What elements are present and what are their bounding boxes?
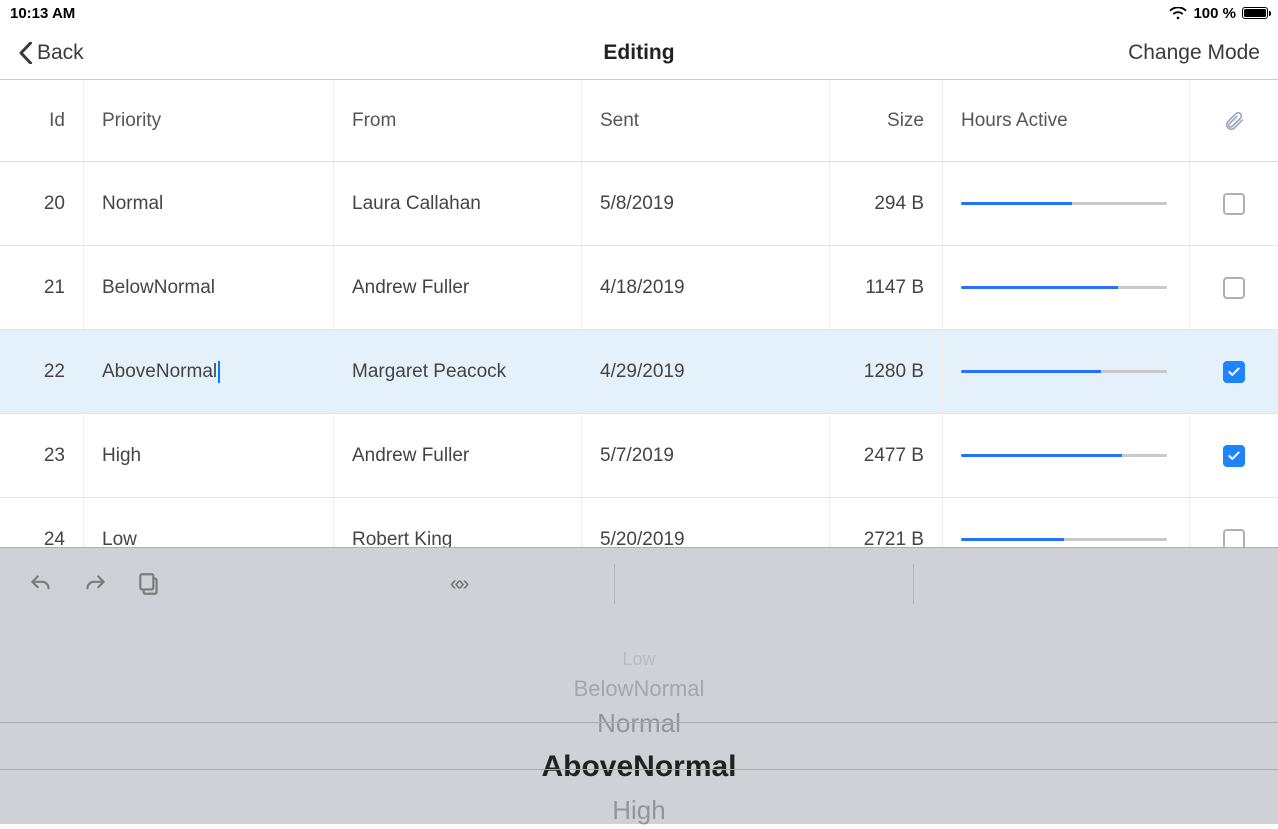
redo-icon[interactable]	[82, 571, 108, 597]
cell-priority[interactable]: High	[84, 414, 334, 497]
change-mode-button[interactable]: Change Mode	[1128, 41, 1260, 65]
cell-priority-value: AboveNormal	[102, 361, 217, 383]
cell-priority[interactable]: BelowNormal	[84, 246, 334, 329]
table-row[interactable]: 21BelowNormalAndrew Fuller4/18/20191147 …	[0, 246, 1278, 330]
cell-from[interactable]: Andrew Fuller	[334, 246, 582, 329]
table-row[interactable]: 23HighAndrew Fuller5/7/20192477 B	[0, 414, 1278, 498]
cell-id[interactable]: 20	[0, 162, 84, 245]
picker-option[interactable]: AboveNormal	[541, 742, 736, 792]
page-title: Editing	[603, 41, 674, 65]
cell-id[interactable]: 23	[0, 414, 84, 497]
nav-bar: Back Editing Change Mode	[0, 26, 1278, 80]
keyboard-toolbar: «»	[0, 548, 1278, 620]
progress-bar	[961, 370, 1167, 373]
status-right: 100 %	[1169, 5, 1268, 22]
data-grid: Id Priority From Sent Size Hours Active …	[0, 80, 1278, 582]
toolbar-separator	[913, 564, 914, 604]
col-header-sent[interactable]: Sent	[582, 80, 830, 161]
col-header-attach[interactable]	[1190, 80, 1278, 161]
cell-hours-active[interactable]	[943, 414, 1190, 497]
back-label: Back	[37, 41, 84, 65]
chevron-left-icon	[18, 42, 33, 64]
cell-sent[interactable]: 5/8/2019	[582, 162, 830, 245]
cell-attachment[interactable]	[1190, 162, 1278, 245]
battery-icon	[1242, 7, 1268, 19]
cell-size[interactable]: 294 B	[830, 162, 943, 245]
back-button[interactable]: Back	[18, 41, 84, 65]
cell-priority[interactable]: AboveNormal	[84, 330, 334, 413]
toolbar-separator	[614, 564, 615, 604]
picker-option[interactable]: Normal	[597, 705, 681, 742]
text-caret	[218, 361, 220, 383]
table-row[interactable]: 22 AboveNormal Margaret Peacock4/29/201912…	[0, 330, 1278, 414]
grid-header-row: Id Priority From Sent Size Hours Active	[0, 80, 1278, 162]
clipboard-icon[interactable]	[136, 571, 162, 597]
cell-id[interactable]: 22	[0, 330, 84, 413]
col-header-hours[interactable]: Hours Active	[943, 80, 1190, 161]
cell-id[interactable]: 21	[0, 246, 84, 329]
battery-text: 100 %	[1193, 5, 1236, 22]
cell-attachment[interactable]	[1190, 246, 1278, 329]
cell-hours-active[interactable]	[943, 246, 1190, 329]
cell-sent[interactable]: 5/7/2019	[582, 414, 830, 497]
progress-bar	[961, 286, 1167, 289]
priority-picker[interactable]: LowBelowNormalNormalAboveNormalHigh	[0, 646, 1278, 824]
cell-size[interactable]: 1280 B	[830, 330, 943, 413]
picker-option[interactable]: BelowNormal	[574, 673, 705, 705]
cell-sent[interactable]: 4/18/2019	[582, 246, 830, 329]
progress-bar	[961, 538, 1167, 541]
table-row[interactable]: 20NormalLaura Callahan5/8/2019294 B	[0, 162, 1278, 246]
cell-from[interactable]: Laura Callahan	[334, 162, 582, 245]
cell-size[interactable]: 1147 B	[830, 246, 943, 329]
undo-icon[interactable]	[28, 571, 54, 597]
col-header-id[interactable]: Id	[0, 80, 84, 161]
picker-option[interactable]: Low	[622, 646, 655, 673]
status-time: 10:13 AM	[10, 5, 75, 22]
cell-sent[interactable]: 4/29/2019	[582, 330, 830, 413]
attachment-checkbox[interactable]	[1223, 193, 1245, 215]
col-header-from[interactable]: From	[334, 80, 582, 161]
attachment-checkbox[interactable]	[1223, 277, 1245, 299]
cell-hours-active[interactable]	[943, 162, 1190, 245]
cell-from[interactable]: Andrew Fuller	[334, 414, 582, 497]
cell-size[interactable]: 2477 B	[830, 414, 943, 497]
cell-attachment[interactable]	[1190, 414, 1278, 497]
attachment-checkbox[interactable]	[1223, 361, 1245, 383]
col-header-size[interactable]: Size	[830, 80, 943, 161]
paperclip-icon	[1223, 110, 1245, 132]
attachment-checkbox[interactable]	[1223, 445, 1245, 467]
field-nav-arrows[interactable]: «»	[450, 573, 466, 596]
col-header-priority[interactable]: Priority	[84, 80, 334, 161]
keyboard-panel: «» LowBelowNormalNormalAboveNormalHigh	[0, 547, 1278, 824]
cell-hours-active[interactable]	[943, 330, 1190, 413]
wifi-icon	[1169, 7, 1187, 20]
cell-from[interactable]: Margaret Peacock	[334, 330, 582, 413]
progress-bar	[961, 454, 1167, 457]
status-bar: 10:13 AM 100 %	[0, 0, 1278, 26]
cell-priority[interactable]: Normal	[84, 162, 334, 245]
cell-attachment[interactable]	[1190, 330, 1278, 413]
progress-bar	[961, 202, 1167, 205]
picker-option[interactable]: High	[612, 792, 665, 829]
